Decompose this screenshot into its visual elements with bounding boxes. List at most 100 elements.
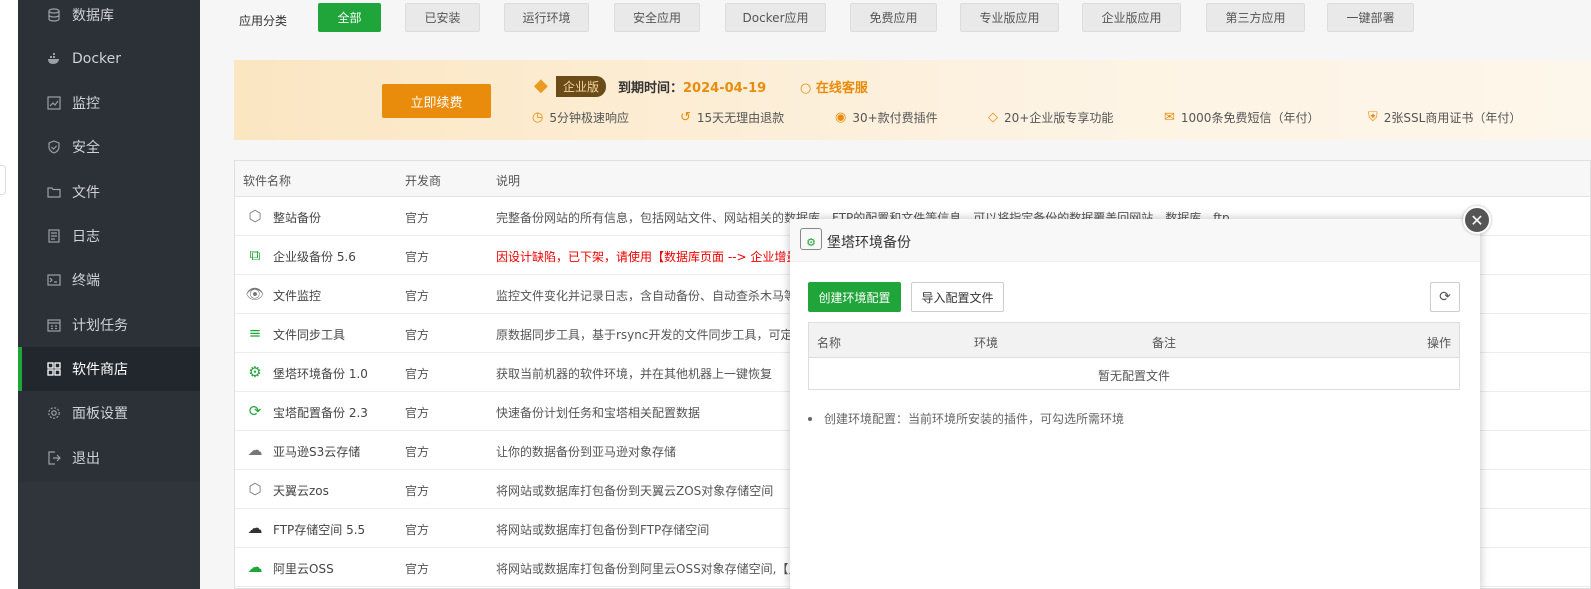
clock-icon: ◷ <box>532 110 544 125</box>
edition-label: 企业版 <box>556 75 607 97</box>
expire-info: 到期时间：2024-04-19 <box>618 77 766 96</box>
header-name: 软件名称 <box>243 174 292 188</box>
sidebar-item-label: 文件 <box>72 185 100 201</box>
close-icon: ✕ <box>1470 210 1484 230</box>
help-note: 创建环境配置：当前环境所安装的插件，可勾选所需环境 <box>808 410 1124 427</box>
header-environment: 环境 <box>974 336 999 350</box>
category-installed[interactable]: 已安装 <box>405 3 480 32</box>
dialog-title: 堡塔环境备份 <box>827 235 911 251</box>
sidebar-item-label: 计划任务 <box>72 318 128 334</box>
logout-icon <box>47 451 61 465</box>
feature-item: ◷ 5分钟极速响应 <box>532 109 629 126</box>
ssl-shield-icon: ⛨ <box>1368 110 1378 125</box>
gear-icon <box>47 406 61 420</box>
terminal-icon <box>47 273 61 287</box>
feature-label: 20+企业版专享功能 <box>1004 111 1114 125</box>
close-dialog-button[interactable]: ✕ <box>1463 206 1491 234</box>
env-backup-dialog: ⚙ 堡塔环境备份 创建环境配置 导入配置文件 ⟳ 名称 环境 备注 操作 暂无配… <box>790 219 1480 589</box>
category-runtime[interactable]: 运行环境 <box>504 3 589 32</box>
refund-icon: ↺ <box>680 110 691 125</box>
refresh-button[interactable]: ⟳ <box>1430 282 1460 312</box>
sidebar-item-docker[interactable]: Docker <box>18 37 200 81</box>
row-name: 阿里云OSS <box>273 562 334 576</box>
bullet <box>808 416 812 421</box>
sidebar-item-security[interactable]: 安全 <box>18 125 200 169</box>
sidebar-item-database[interactable]: 数据库 <box>18 0 200 37</box>
category-free[interactable]: 免费应用 <box>850 3 937 32</box>
refresh-icon: ⟳ <box>1439 289 1451 305</box>
category-third-party[interactable]: 第三方应用 <box>1206 3 1305 32</box>
header-name: 名称 <box>817 336 842 350</box>
feature-label: 5分钟极速响应 <box>549 111 629 125</box>
sidebar-item-settings[interactable]: 面板设置 <box>18 391 200 435</box>
cloud-icon: ☁ <box>247 441 263 459</box>
aliyun-cloud-icon: ☁ <box>247 558 263 576</box>
row-description: 获取当前机器的软件环境，并在其他机器上一键恢复 <box>496 367 773 381</box>
renew-button[interactable]: 立即续费 <box>382 84 491 118</box>
calendar-icon <box>47 318 61 332</box>
create-config-button[interactable]: 创建环境配置 <box>808 282 901 312</box>
sidebar-item-label: 面板设置 <box>72 406 128 422</box>
app-window-icon: ⚙ <box>800 228 822 250</box>
header-remark: 备注 <box>1152 336 1177 350</box>
sidebar-item-cron[interactable]: 计划任务 <box>18 303 200 347</box>
box-icon: ⬡ <box>248 480 262 498</box>
folder-icon <box>47 185 61 199</box>
feature-item: ↺ 15天无理由退款 <box>680 109 784 126</box>
expire-date: 2024-04-19 <box>683 81 767 96</box>
row-description: 让你的数据备份到亚马逊对象存储 <box>496 445 677 459</box>
dialog-header: ⚙ 堡塔环境备份 <box>790 219 1480 262</box>
import-config-button[interactable]: 导入配置文件 <box>911 282 1004 312</box>
config-table: 名称 环境 备注 操作 暂无配置文件 <box>808 322 1460 390</box>
row-name: 天翼云zos <box>273 484 329 498</box>
log-icon <box>47 229 61 243</box>
support-label: 在线客服 <box>815 81 868 96</box>
online-support-link[interactable]: ○ 在线客服 <box>800 77 868 96</box>
config-backup-icon: ⟳ <box>248 402 262 420</box>
sidebar-item-label: 日志 <box>72 229 100 245</box>
row-name: 文件监控 <box>273 289 322 303</box>
row-name: 文件同步工具 <box>273 328 346 342</box>
row-description: 将网站或数据库打包备份到阿里云OSS对象存储空间,【点 <box>496 562 801 576</box>
category-label: 应用分类 <box>239 13 288 28</box>
category-all[interactable]: 全部 <box>318 3 381 32</box>
row-developer: 官方 <box>405 211 430 225</box>
row-name: FTP存储空间 5.5 <box>273 523 366 537</box>
monitor-icon <box>47 96 61 110</box>
sidebar-item-label: Docker <box>72 51 122 67</box>
box-icon: ⬡ <box>248 207 262 225</box>
row-description: 原数据同步工具，基于rsync开发的文件同步工具，可定时 <box>496 328 805 342</box>
enterprise-banner: 立即续费 ◆ 企业版 到期时间：2024-04-19 ○ 在线客服 ◷ 5分钟极速… <box>234 60 1591 140</box>
feature-item: ✉ 1000条免费短信（年付） <box>1164 109 1319 126</box>
sidebar-item-store[interactable]: 软件商店 <box>18 347 200 391</box>
sidebar-item-terminal[interactable]: 终端 <box>18 258 200 302</box>
feature-item: ⛨ 2张SSL商用证书（年付） <box>1368 109 1521 126</box>
feature-label: 30+款付费插件 <box>852 111 938 125</box>
database-icon <box>47 8 61 22</box>
row-description: 将网站或数据库打包备份到FTP存储空间 <box>496 523 710 537</box>
sidebar-item-monitor[interactable]: 监控 <box>18 81 200 125</box>
sidebar: 数据库 Docker 监控 安全 文件 日志 终端 计划任务 软件商店 面板设置… <box>18 0 200 589</box>
sidebar-item-files[interactable]: 文件 <box>18 170 200 214</box>
category-security[interactable]: 安全应用 <box>614 3 700 32</box>
left-edge-strip <box>0 0 18 589</box>
row-name: 亚马逊S3云存储 <box>273 445 361 459</box>
sidebar-item-label: 安全 <box>72 140 100 156</box>
category-pro[interactable]: 专业版应用 <box>960 3 1059 32</box>
row-name: 宝塔配置备份 2.3 <box>273 406 368 420</box>
row-developer: 官方 <box>405 406 430 420</box>
shield-icon <box>47 140 61 154</box>
row-developer: 官方 <box>405 367 430 381</box>
category-enterprise[interactable]: 企业版应用 <box>1082 3 1181 32</box>
collapse-tab[interactable] <box>0 165 6 195</box>
sidebar-item-logout[interactable]: 退出 <box>18 436 200 480</box>
feature-item: ◇ 20+企业版专享功能 <box>988 109 1113 126</box>
enterprise-badge: ◆ 企业版 <box>534 75 607 97</box>
docker-icon <box>47 52 61 66</box>
sidebar-item-logs[interactable]: 日志 <box>18 214 200 258</box>
row-description: 将网站或数据库打包备份到天翼云ZOS对象存储空间 <box>496 484 774 498</box>
category-docker[interactable]: Docker应用 <box>725 3 826 32</box>
category-one-click[interactable]: 一键部署 <box>1327 3 1414 32</box>
row-developer: 官方 <box>405 484 430 498</box>
grid-icon <box>47 362 61 376</box>
